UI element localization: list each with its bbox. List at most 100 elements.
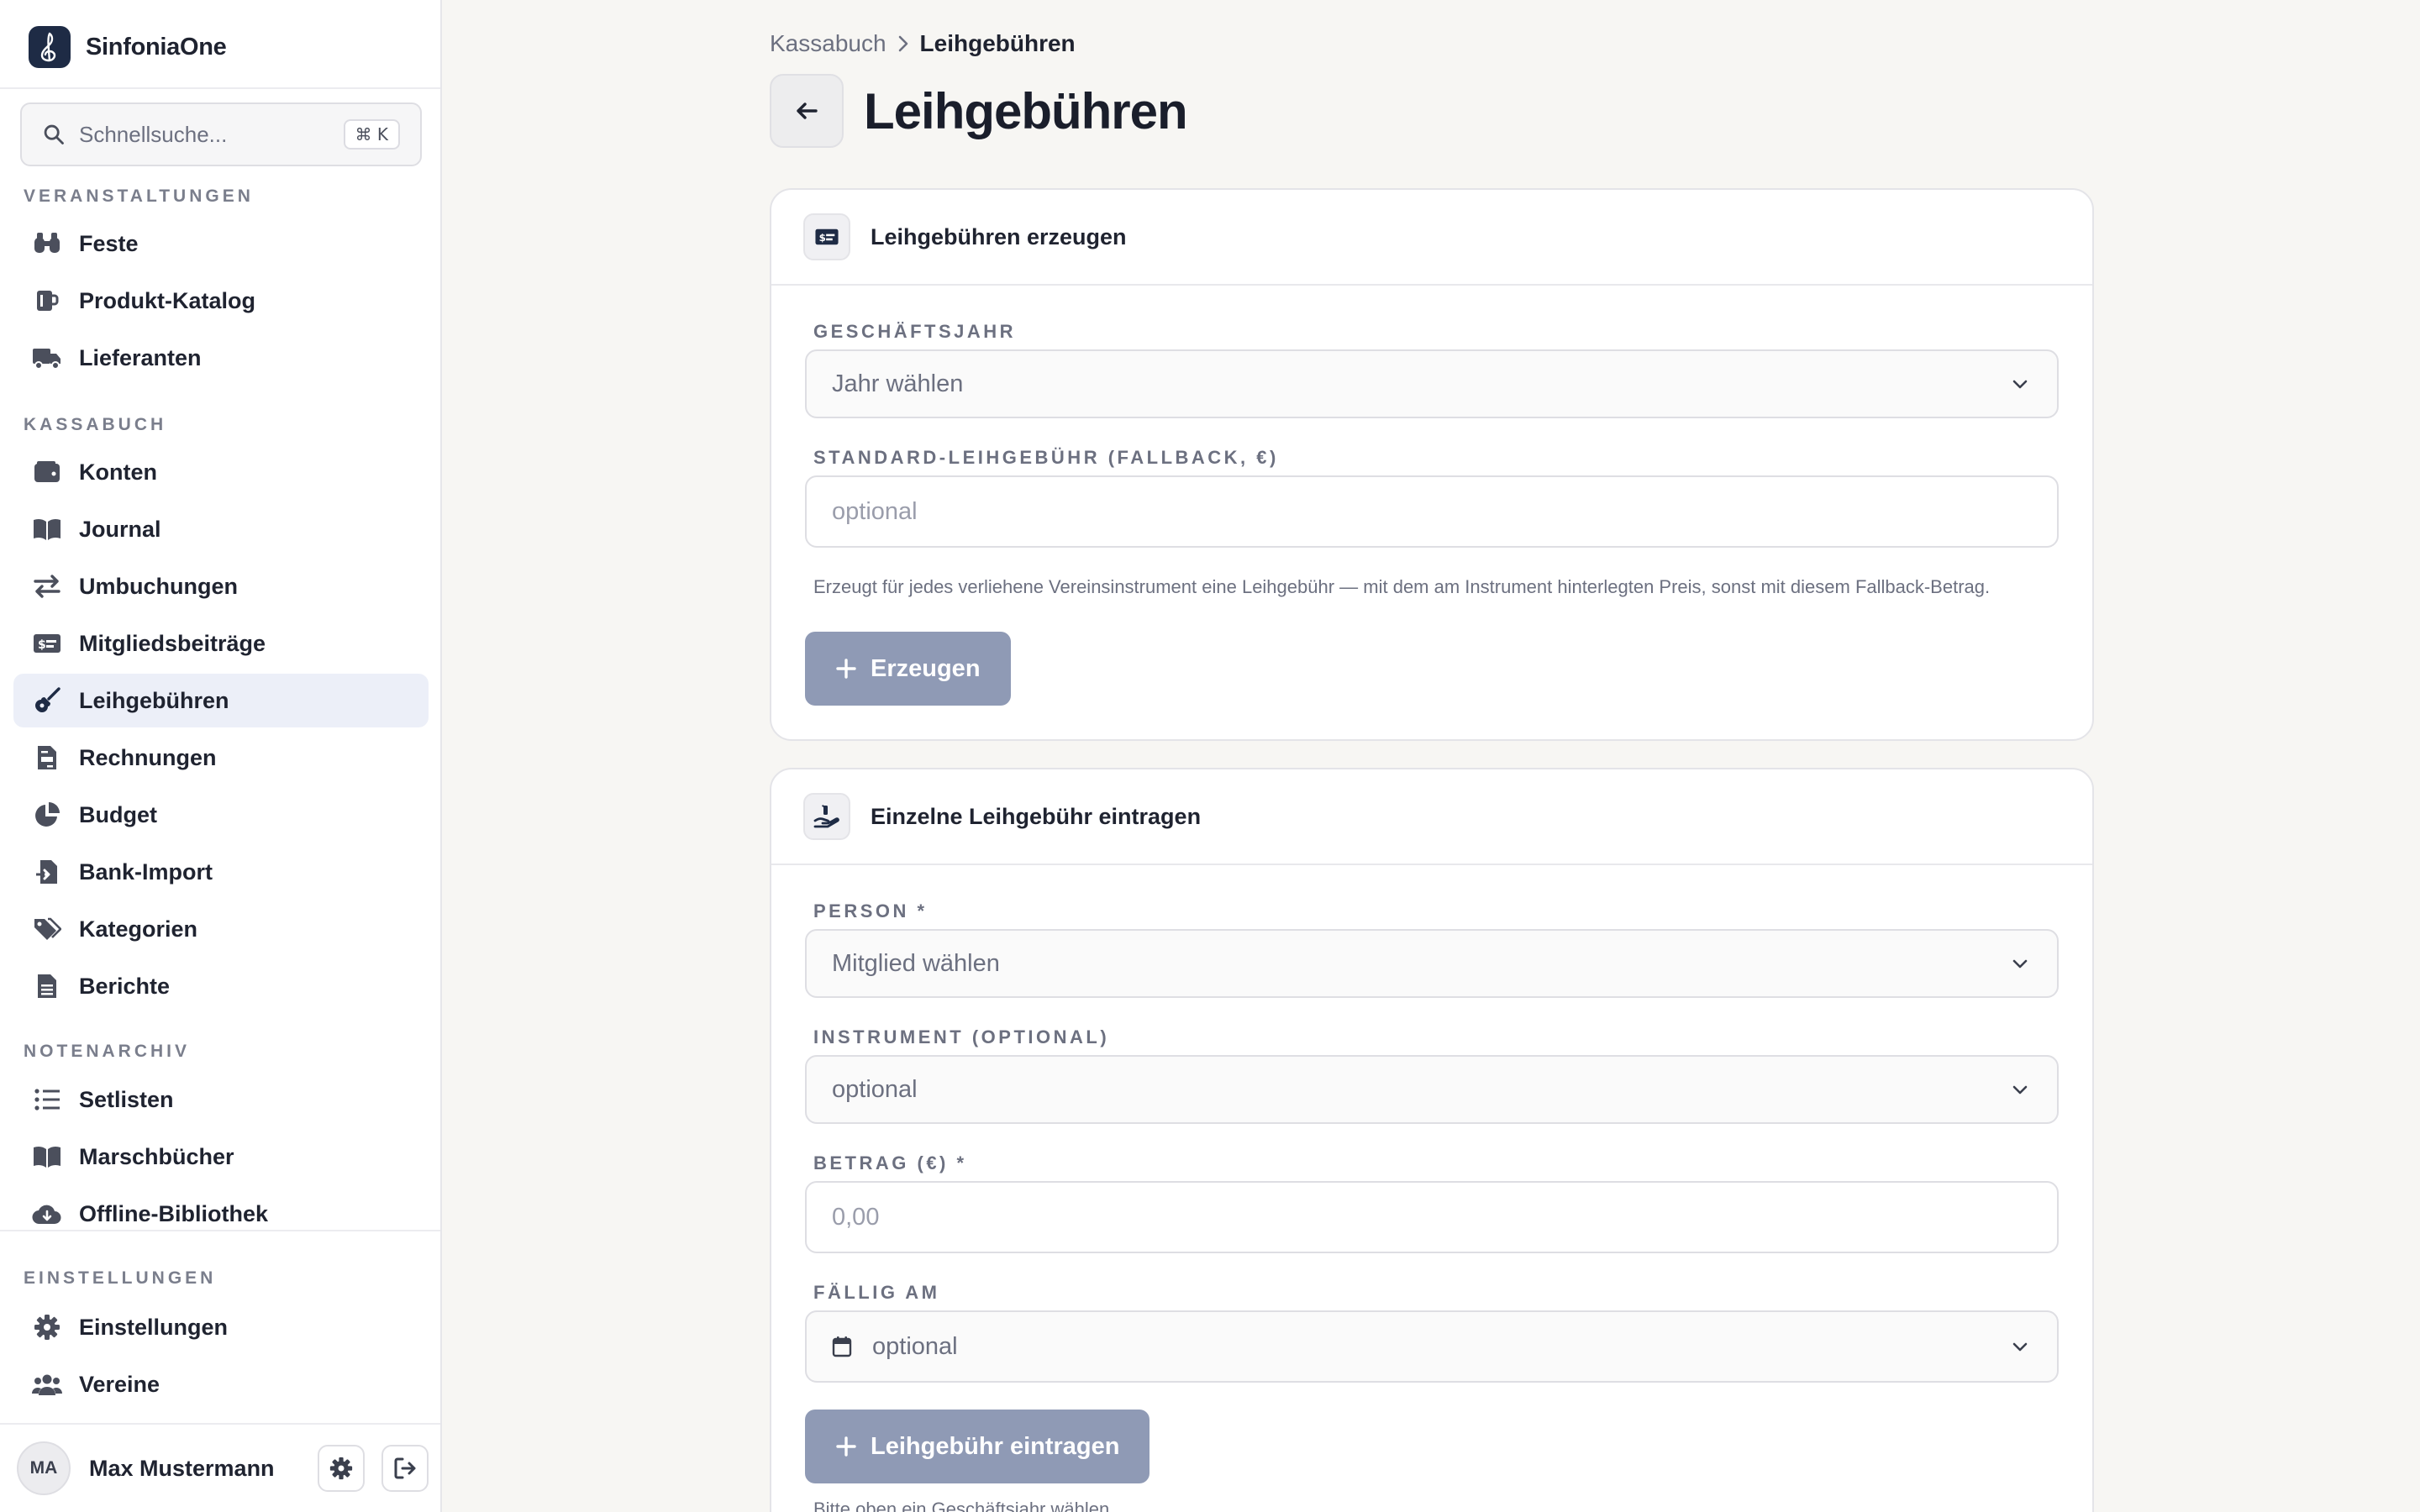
sidebar-item-label: Bank-Import	[79, 858, 213, 885]
generate-button-label: Erzeugen	[871, 654, 981, 682]
sidebar-item-vereine[interactable]: Vereine	[13, 1357, 429, 1411]
section-title-kassabuch: KASSABUCH	[24, 415, 167, 434]
sidebar-item-label: Journal	[79, 516, 161, 542]
sidebar-item-konten[interactable]: Konten	[13, 445, 429, 499]
sidebar-item-label: Feste	[79, 230, 139, 256]
calendar-icon	[832, 1336, 852, 1357]
card-title: Einzelne Leihgebühr eintragen	[871, 803, 1202, 829]
users-icon	[32, 1369, 62, 1399]
single-fee-card: Einzelne Leihgebühr eintragen PERSON * M…	[770, 768, 2094, 1512]
card-header: Einzelne Leihgebühr eintragen	[771, 769, 2092, 865]
sidebar-item-label: Leihgebühren	[79, 687, 229, 713]
card-header: $ Leihgebühren erzeugen	[771, 190, 2092, 286]
brand-name: SinfoniaOne	[86, 33, 227, 60]
sidebar-item-berichte[interactable]: Berichte	[13, 959, 429, 1013]
sidebar-item-leihgebuehren[interactable]: Leihgebühren	[13, 674, 429, 727]
money-bill-icon: $	[32, 628, 62, 659]
shortcut-badge: ⌘ K	[343, 119, 400, 150]
sidebar-item-label: Vereine	[79, 1371, 160, 1397]
sidebar-item-label: Lieferanten	[79, 344, 202, 370]
chevron-down-icon	[2012, 959, 2028, 969]
default-fee-placeholder: optional	[832, 497, 918, 525]
instrument-select[interactable]: optional	[805, 1055, 2059, 1124]
sidebar-item-feste[interactable]: Feste	[13, 217, 429, 270]
book-open-icon	[32, 1142, 62, 1172]
user-name: Max Mustermann	[89, 1455, 275, 1481]
avatar[interactable]: MA	[17, 1441, 71, 1495]
hand-holding-icon	[803, 793, 850, 840]
sidebar-item-journal[interactable]: Journal	[13, 502, 429, 556]
sidebar-item-label: Konten	[79, 459, 157, 485]
sidebar-item-marschbuecher[interactable]: Marschbücher	[13, 1130, 429, 1184]
book-open-icon	[32, 514, 62, 544]
logout-button[interactable]	[381, 1445, 429, 1492]
person-label: PERSON *	[813, 900, 928, 921]
year-label: GESCHÄFTSJAHR	[813, 321, 1017, 342]
person-select-value: Mitglied wählen	[832, 949, 1000, 977]
binoculars-icon	[32, 228, 62, 259]
year-select[interactable]: Jahr wählen	[805, 349, 2059, 418]
sidebar-item-budget[interactable]: Budget	[13, 788, 429, 842]
chevron-down-icon	[2012, 1085, 2028, 1095]
list-icon	[32, 1084, 62, 1115]
settings-button[interactable]	[318, 1445, 365, 1492]
chevron-right-icon	[895, 34, 912, 54]
divider	[0, 1423, 440, 1425]
due-date-picker[interactable]: optional	[805, 1310, 2059, 1383]
breadcrumb: Kassabuch Leihgebühren	[770, 30, 1076, 57]
add-fee-button[interactable]: Leihgebühr eintragen	[805, 1410, 1150, 1483]
sidebar-item-offline-bibliothek[interactable]: Offline-Bibliothek	[13, 1187, 429, 1241]
brand[interactable]: SinfoniaOne	[29, 25, 227, 69]
sidebar-item-label: Mitgliedsbeiträge	[79, 630, 266, 656]
generate-hint: Erzeugt für jedes verliehene Vereinsinst…	[813, 576, 1991, 597]
gear-icon	[32, 1312, 62, 1342]
svg-text:$: $	[38, 638, 46, 652]
file-lines-icon	[32, 971, 62, 1001]
file-import-icon	[32, 857, 62, 887]
wallet-icon	[32, 457, 62, 487]
instrument-label: INSTRUMENT (OPTIONAL)	[813, 1026, 1110, 1047]
sidebar-item-label: Einstellungen	[79, 1314, 229, 1340]
card-title: Leihgebühren erzeugen	[871, 223, 1127, 249]
quick-search-input[interactable]: Schnellsuche... ⌘ K	[20, 102, 422, 166]
truck-icon	[32, 343, 62, 373]
sidebar-item-label: Kategorien	[79, 916, 198, 942]
instrument-select-value: optional	[832, 1075, 918, 1103]
arrows-left-right-icon	[32, 571, 62, 601]
breadcrumb-current: Leihgebühren	[919, 30, 1076, 56]
due-date-label: FÄLLIG AM	[813, 1282, 940, 1303]
breadcrumb-link-kassabuch[interactable]: Kassabuch	[770, 30, 886, 57]
amount-input[interactable]: 0,00	[805, 1181, 2059, 1253]
chevron-down-icon	[2012, 1342, 2028, 1352]
person-select[interactable]: Mitglied wählen	[805, 929, 2059, 998]
sidebar-item-label: Berichte	[79, 973, 171, 999]
amount-placeholder: 0,00	[832, 1203, 880, 1231]
sidebar-item-mitgliedsbeitraege[interactable]: $ Mitgliedsbeiträge	[13, 617, 429, 670]
sidebar-item-setlisten[interactable]: Setlisten	[13, 1073, 429, 1126]
sidebar-item-label: Umbuchungen	[79, 573, 238, 599]
back-button[interactable]	[770, 74, 844, 148]
year-select-value: Jahr wählen	[832, 370, 964, 397]
sidebar-item-bank-import[interactable]: Bank-Import	[13, 845, 429, 899]
single-fee-hint: Bitte oben ein Geschäftsjahr wählen.	[813, 1499, 1115, 1512]
arrow-left-icon	[797, 102, 818, 119]
section-title-veranstaltungen: VERANSTALTUNGEN	[24, 186, 254, 206]
sidebar-item-label: Rechnungen	[79, 744, 217, 770]
tags-icon	[32, 914, 62, 944]
sidebar-item-einstellungen[interactable]: Einstellungen	[13, 1300, 429, 1354]
section-title-notenarchiv: NOTENARCHIV	[24, 1042, 191, 1061]
money-bill-icon: $	[803, 213, 850, 260]
sidebar-item-label: Offline-Bibliothek	[79, 1200, 268, 1226]
sidebar-item-umbuchungen[interactable]: Umbuchungen	[13, 559, 429, 613]
sidebar-item-lieferanten[interactable]: Lieferanten	[13, 331, 429, 385]
page-title: Leihgebühren	[864, 83, 1188, 139]
sidebar-item-label: Produkt-Katalog	[79, 287, 256, 313]
chevron-down-icon	[2012, 380, 2028, 389]
sidebar-item-rechnungen[interactable]: Rechnungen	[13, 731, 429, 785]
default-fee-input[interactable]: optional	[805, 475, 2059, 548]
generate-button[interactable]: Erzeugen	[805, 632, 1011, 706]
sidebar-item-produkt-katalog[interactable]: Produkt-Katalog	[13, 274, 429, 328]
sidebar-item-kategorien[interactable]: Kategorien	[13, 902, 429, 956]
divider	[0, 87, 440, 89]
user-row: MA Max Mustermann	[17, 1441, 429, 1495]
